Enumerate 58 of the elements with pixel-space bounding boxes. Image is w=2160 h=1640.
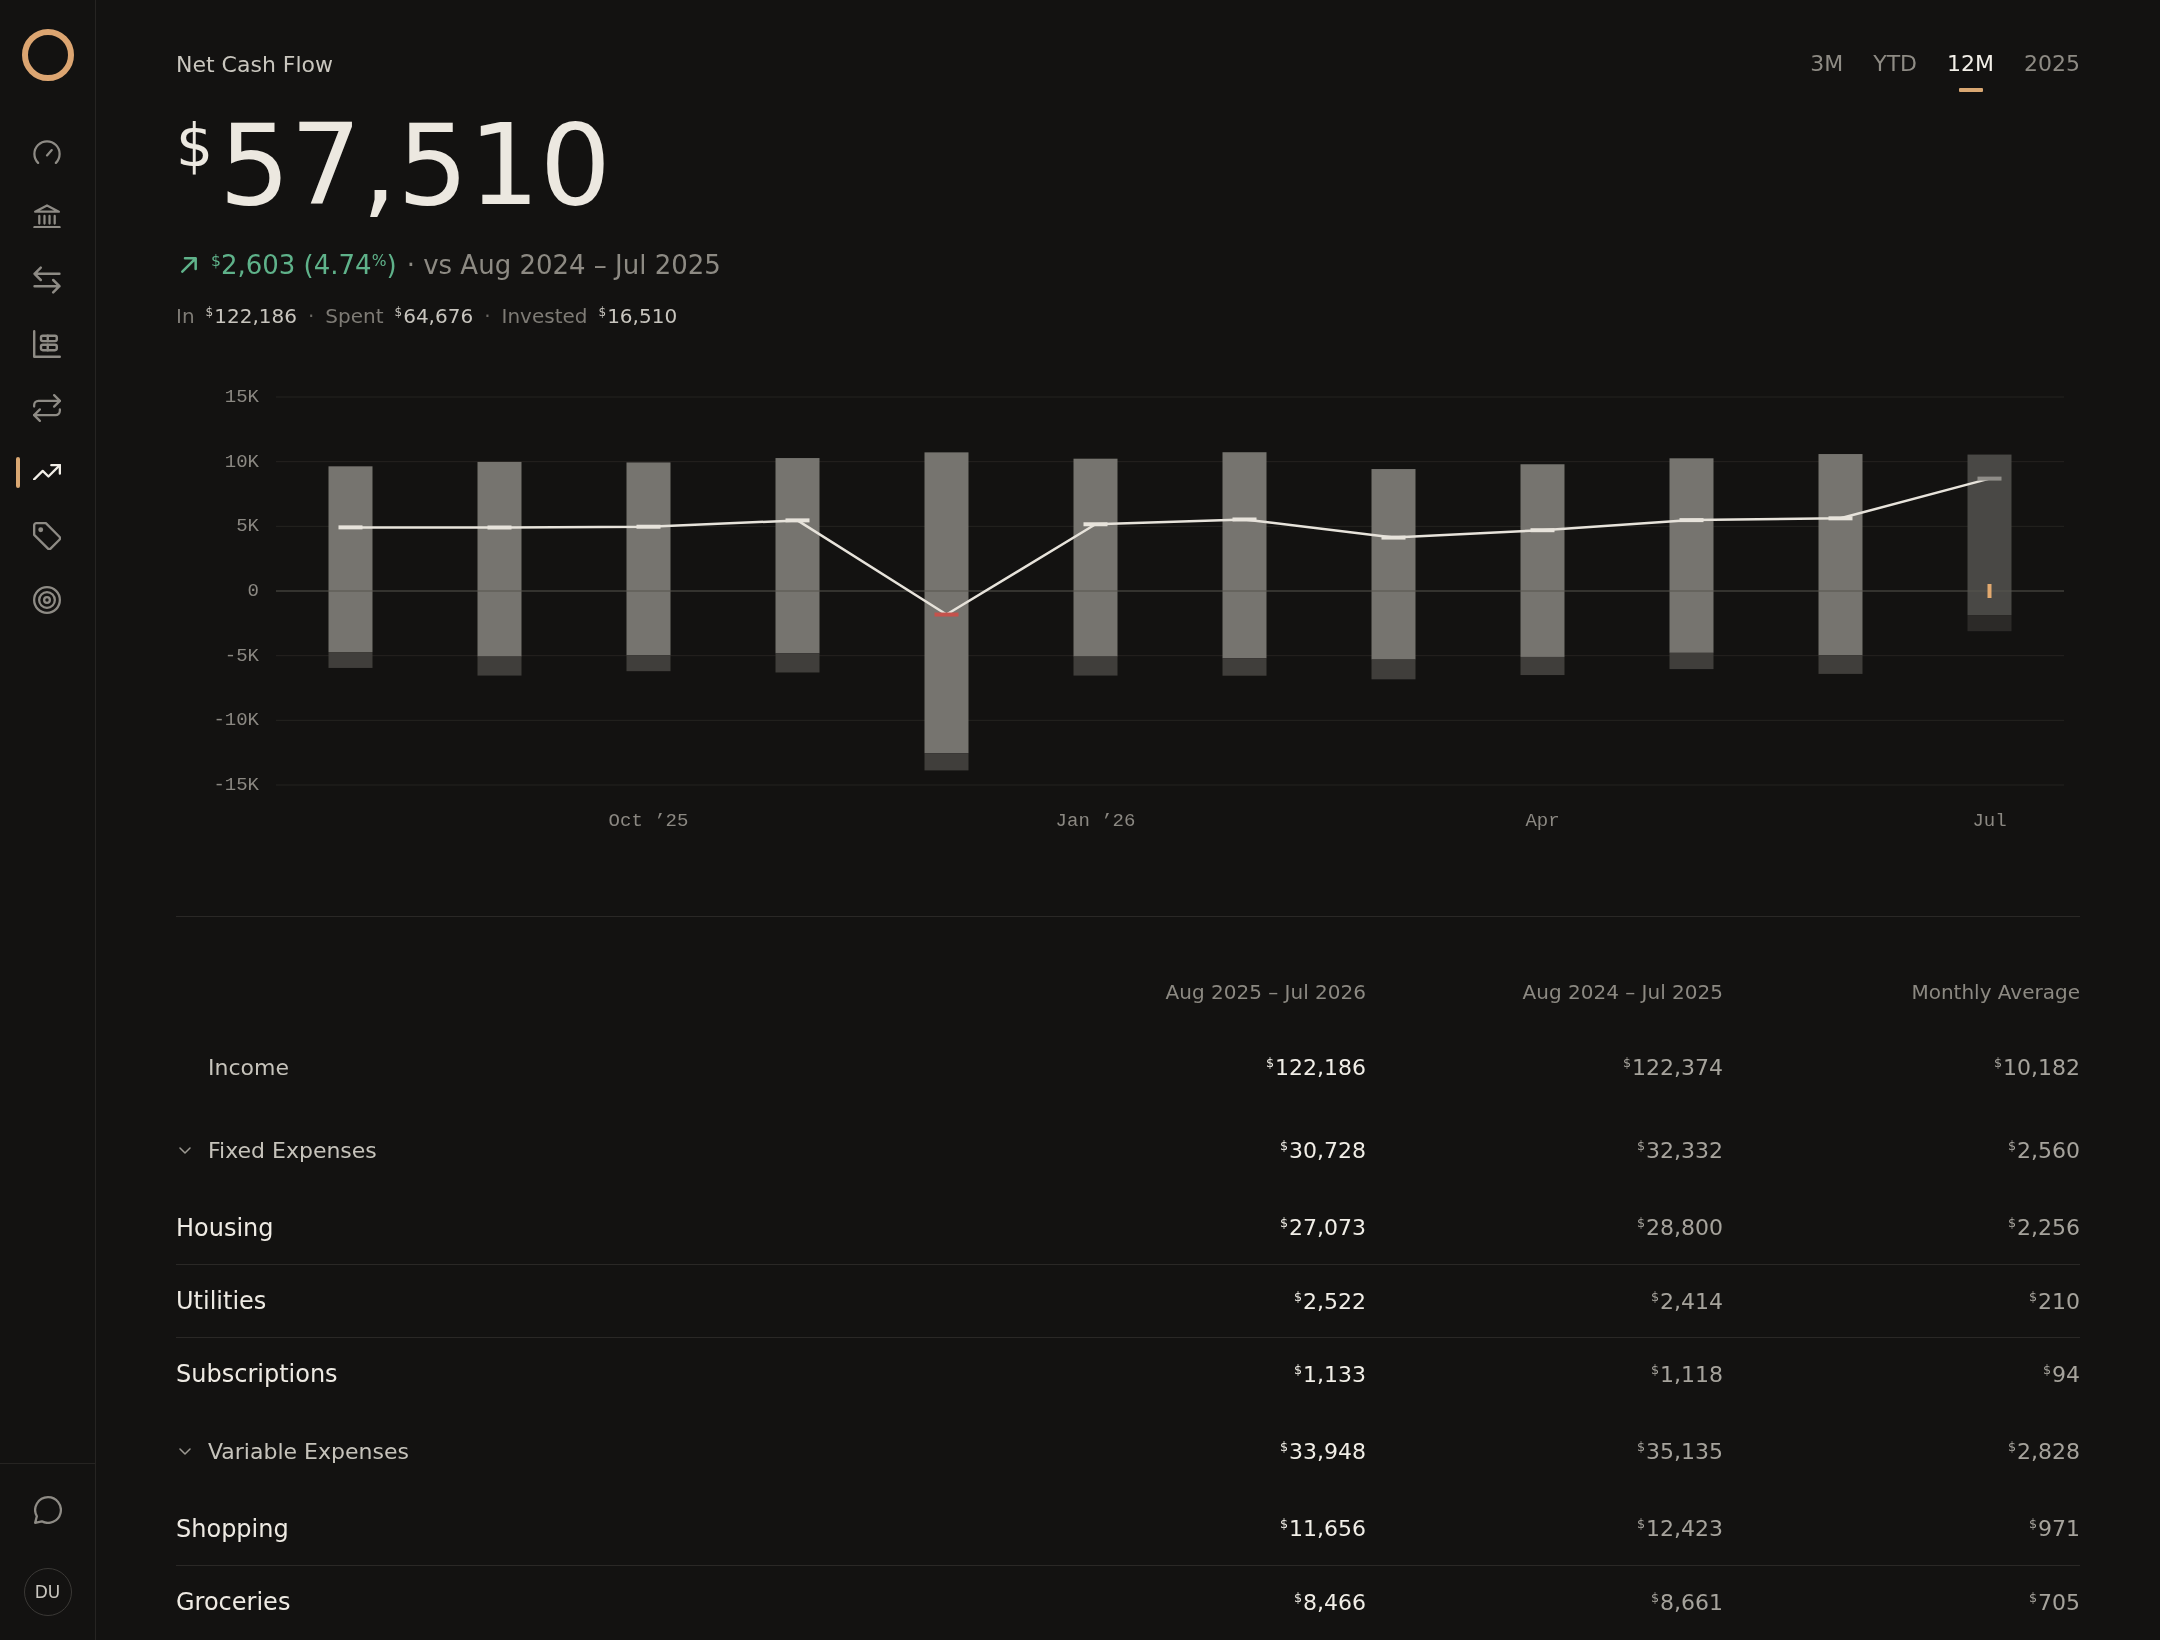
y-axis-label: -10K xyxy=(213,709,259,732)
column-header: Monthly Average xyxy=(1911,980,2080,1004)
y-axis-label: -5K xyxy=(224,644,259,667)
amount-value: $^{$}$94 xyxy=(2042,1361,2080,1387)
y-axis-label: 5K xyxy=(236,515,259,538)
category-label: Subscriptions xyxy=(176,1360,338,1388)
amount-value: $^{$}$2,256 xyxy=(2007,1215,2080,1240)
amount-value: $^{$}$11,656 xyxy=(1279,1516,1366,1541)
net-amount: $^{$}$57,510 xyxy=(176,105,611,225)
category-label: Shopping xyxy=(176,1514,289,1543)
x-axis-label: Jul xyxy=(1972,810,2007,832)
amount-value: $^{$}$971 xyxy=(2028,1516,2080,1541)
amount-value: $^{$}$12,423 xyxy=(1636,1516,1723,1541)
x-axis-label: Apr xyxy=(1525,810,1560,832)
summary-value: $^{$}$122,186 xyxy=(205,303,297,329)
amount-value: $^{$}$35,135 xyxy=(1636,1438,1723,1464)
amount-value: $^{$}$27,073 xyxy=(1279,1215,1366,1240)
amount-value: $^{$}$2,414 xyxy=(1650,1288,1723,1314)
comparison-period: · vs Aug 2024 – Jul 2025 xyxy=(406,249,721,282)
summary-label: Spent xyxy=(325,303,384,329)
amount-value: $^{$}$32,332 xyxy=(1636,1137,1723,1163)
amount-value: $^{$}$2,522 xyxy=(1293,1288,1366,1314)
y-axis-label: -15K xyxy=(213,774,259,796)
amount-value: $^{$}$210 xyxy=(2028,1288,2080,1314)
summary-label: In xyxy=(176,303,195,329)
amount-value: $^{$}$33,948 xyxy=(1279,1438,1366,1464)
amount-value: $^{$}$30,728 xyxy=(1279,1137,1366,1163)
amount-value: $^{$}$122,374 xyxy=(1622,1054,1723,1080)
amount-value: $^{$}$10,182 xyxy=(1993,1054,2080,1080)
row-label: Income xyxy=(208,1054,289,1080)
separator-dot: · xyxy=(307,303,315,329)
y-axis-label: 0 xyxy=(247,580,259,602)
page-title: Net Cash Flow xyxy=(176,51,334,79)
group-label: Fixed Expenses xyxy=(208,1137,377,1163)
category-label: Utilities xyxy=(176,1287,267,1315)
category-label: Housing xyxy=(176,1213,274,1242)
summary-value: $^{$}$16,510 xyxy=(598,303,678,329)
y-axis-label: 15K xyxy=(224,386,259,408)
amount-value: $^{$}$705 xyxy=(2028,1589,2080,1615)
change-amount: $^{$}$2,603 (4.74$^{%}$) xyxy=(211,249,397,282)
separator-dot: · xyxy=(484,303,491,329)
amount-value: $^{$}$2,828 xyxy=(2007,1438,2080,1464)
amount-value: $^{$}$122,186 xyxy=(1265,1054,1366,1080)
column-header: Aug 2024 – Jul 2025 xyxy=(1522,980,1723,1004)
amount-value: $^{$}$8,466 xyxy=(1293,1589,1366,1615)
summary-value: $^{$}$64,676 xyxy=(394,303,474,329)
amount-value: $^{$}$2,560 xyxy=(2007,1137,2080,1163)
category-label: Groceries xyxy=(176,1588,291,1616)
x-axis-label: Jan ’26 xyxy=(1055,810,1136,832)
x-axis-label: Oct ’25 xyxy=(608,810,689,832)
column-header: Aug 2025 – Jul 2026 xyxy=(1165,980,1366,1004)
amount-value: $^{$}$28,800 xyxy=(1636,1215,1723,1240)
y-axis-label: 10K xyxy=(224,450,259,473)
amount-value: $^{$}$1,133 xyxy=(1293,1361,1366,1387)
group-label: Variable Expenses xyxy=(208,1438,409,1464)
summary-label: Invested xyxy=(501,303,588,329)
amount-value: $^{$}$8,661 xyxy=(1650,1589,1723,1615)
amount-value: $^{$}$1,118 xyxy=(1650,1361,1723,1387)
